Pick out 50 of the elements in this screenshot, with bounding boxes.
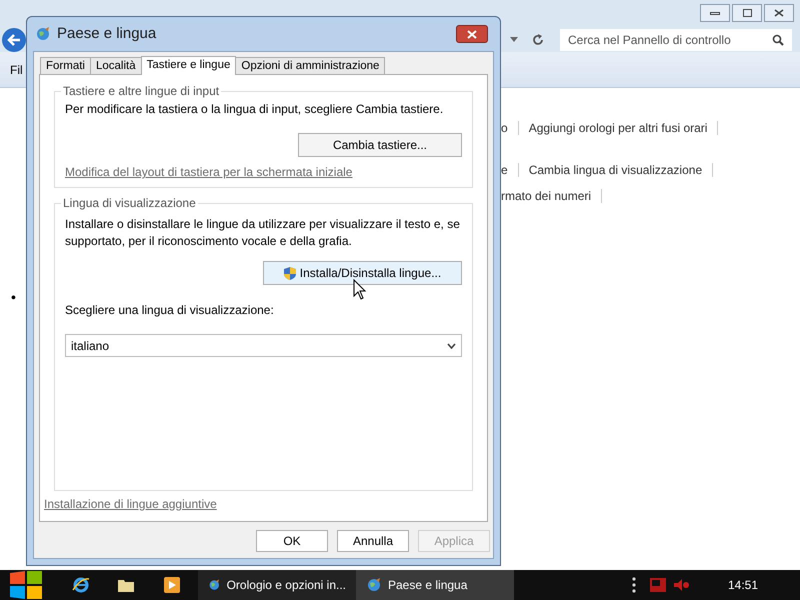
task-link[interactable]: Aggiungi orologi per altri fusi orari — [528, 119, 708, 137]
folder-icon[interactable] — [118, 578, 134, 592]
restore-button[interactable] — [732, 4, 762, 22]
search-icon[interactable] — [772, 34, 784, 46]
description-text: Per modificare la tastiera o la lingua di input, scegliere Cambia tastiere. — [65, 101, 444, 118]
shield-icon — [284, 266, 296, 280]
dialog-button[interactable]: OK — [256, 530, 328, 552]
clock[interactable]: 14:51 — [728, 576, 758, 594]
task-link[interactable]: o — [501, 119, 508, 137]
dialog-button[interactable]: Annulla — [337, 530, 409, 552]
close-icon — [774, 9, 784, 17]
tab[interactable]: Tastiere e lingue — [140, 56, 236, 75]
close-icon — [467, 30, 477, 38]
start-logo-icon[interactable] — [10, 571, 42, 599]
taskbar-button[interactable]: Orologio e opzioni in... — [198, 570, 356, 600]
refresh-icon[interactable] — [532, 34, 544, 46]
close-button[interactable] — [456, 25, 488, 43]
arrow-left-icon — [7, 34, 21, 46]
tab[interactable]: Località — [90, 57, 142, 74]
select-label: Scegliere una lingua di visualizzazione: — [65, 302, 275, 319]
search-field[interactable]: Cerca nel Pannello di controllo — [560, 29, 792, 51]
task-link[interactable]: rmato dei numeri — [501, 187, 592, 205]
window-title: Paese e lingua — [57, 24, 156, 44]
taskbar-button[interactable]: Paese e lingua — [356, 570, 514, 600]
change-keyboards-button[interactable]: Cambia tastiere... — [298, 133, 462, 157]
menu-item[interactable]: Fil — [10, 60, 23, 78]
tab[interactable]: Formati — [40, 57, 91, 74]
mouse-cursor-icon — [353, 279, 367, 300]
bullet: • — [11, 288, 16, 307]
dropdown-icon[interactable] — [510, 37, 518, 43]
network-icon[interactable] — [650, 578, 666, 592]
description-text: Installare o disinstallare le lingue da utilizzare per visualizzare il testo e, se supportato, per il riconoscimento vocale e della grafia. — [65, 216, 461, 250]
language-dropdown[interactable]: italiano — [65, 334, 462, 357]
group-legend: Tastiere e altre lingue di input — [61, 82, 222, 100]
browser-icon[interactable] — [72, 576, 90, 594]
task-link[interactable]: e — [501, 161, 508, 179]
task-link[interactable]: Cambia lingua di visualizzazione — [528, 161, 702, 179]
tab[interactable]: Opzioni di amministrazione — [235, 57, 386, 74]
speaker-icon[interactable] — [674, 579, 690, 591]
close-button[interactable] — [764, 4, 794, 22]
globe-icon — [35, 26, 51, 42]
chevron-down-icon — [447, 342, 456, 348]
back-button[interactable] — [2, 28, 26, 52]
group-legend: Lingua di visualizzazione — [61, 194, 198, 212]
minimize-button[interactable] — [700, 4, 730, 22]
additional-languages-link[interactable]: Installazione di lingue aggiuntive — [44, 495, 473, 513]
install-languages-button[interactable]: Installa/Disinstalla lingue... — [263, 261, 462, 285]
more-icon[interactable] — [632, 577, 636, 593]
globe-icon — [366, 577, 382, 593]
keyboard-layout-link[interactable]: Modifica del layout di tastiera per la schermata iniziale — [65, 163, 462, 181]
